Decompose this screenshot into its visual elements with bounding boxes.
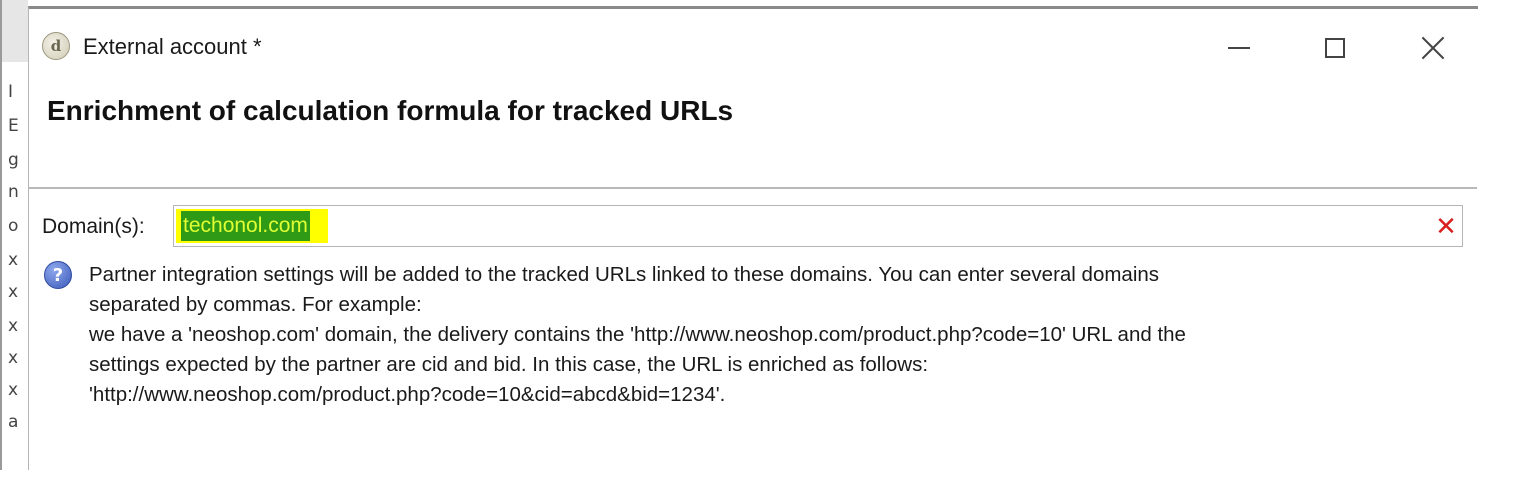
- background-text: x: [8, 250, 19, 270]
- background-toolbar: [2, 0, 28, 62]
- minimize-icon: [1228, 47, 1250, 49]
- close-button[interactable]: [1403, 25, 1463, 71]
- window-title: External account *: [83, 34, 262, 59]
- page-title: Enrichment of calculation formula for tr…: [47, 95, 734, 126]
- background-text: x: [8, 316, 19, 336]
- maximize-icon: [1325, 38, 1345, 58]
- domain-label: Domain(s):: [42, 215, 145, 238]
- background-text: a: [8, 412, 19, 432]
- background-text: I: [8, 82, 14, 102]
- title-bar[interactable]: d External account *: [29, 9, 1478, 79]
- background-text: E: [8, 116, 19, 136]
- domain-highlight: techonol.com: [176, 209, 328, 243]
- background-text: x: [8, 282, 19, 302]
- background-text: x: [8, 380, 19, 400]
- background-text: g: [8, 150, 19, 170]
- background-text: x: [8, 348, 19, 368]
- help-line: settings expected by the partner are cid…: [89, 353, 929, 376]
- screen: I E g n o x x x x x a d External account…: [0, 0, 1536, 480]
- help-text: Partner integration settings will be add…: [89, 260, 1459, 410]
- clear-x-icon[interactable]: ✕: [1434, 214, 1458, 240]
- minimize-button[interactable]: [1209, 25, 1269, 71]
- help-line: we have a 'neoshop.com' domain, the deli…: [89, 323, 1186, 346]
- background-window: I E g n o x x x x x a: [0, 0, 28, 470]
- domain-value[interactable]: techonol.com: [181, 211, 310, 241]
- domain-input[interactable]: techonol.com ✕: [173, 205, 1463, 247]
- maximize-button[interactable]: [1305, 25, 1365, 71]
- background-text: o: [8, 216, 19, 236]
- close-icon: [1420, 35, 1446, 61]
- external-account-dialog: d External account * Enrichment of calcu…: [28, 6, 1478, 470]
- app-logo-icon: d: [42, 32, 70, 60]
- separator: [29, 187, 1477, 189]
- help-line: Partner integration settings will be add…: [89, 263, 1160, 286]
- background-text: n: [8, 182, 19, 202]
- help-question-icon: ?: [44, 261, 72, 289]
- help-line: separated by commas. For example:: [89, 293, 422, 316]
- help-line: 'http://www.neoshop.com/product.php?code…: [89, 383, 726, 406]
